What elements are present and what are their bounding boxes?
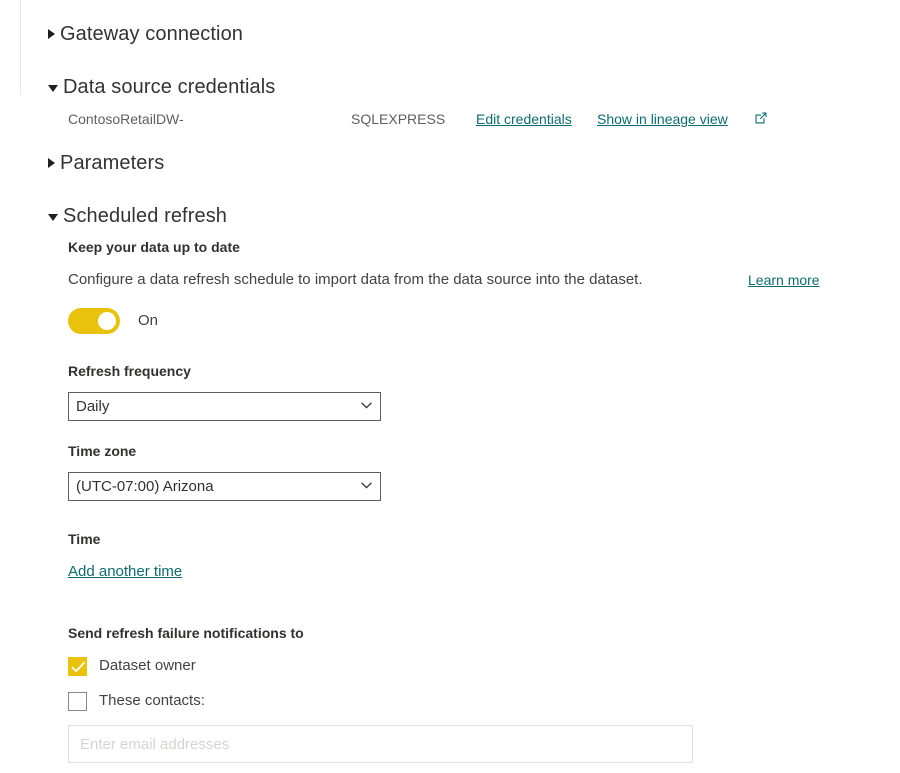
section-header-gateway-connection[interactable]: Gateway connection — [48, 20, 243, 48]
refresh-frequency-label: Refresh frequency — [68, 363, 191, 379]
time-zone-dropdown-wrap: (UTC-07:00) Arizona — [68, 472, 381, 501]
chevron-right-icon — [48, 29, 55, 39]
time-label: Time — [68, 531, 101, 547]
section-title-scheduled-refresh: Scheduled refresh — [63, 205, 228, 227]
data-source-server: SQLEXPRESS — [351, 111, 446, 127]
left-vertical-rail — [20, 0, 21, 95]
keep-data-up-to-date-heading: Keep your data up to date — [68, 239, 240, 255]
dataset-owner-checkbox[interactable] — [68, 656, 87, 676]
section-header-scheduled-refresh[interactable]: Scheduled refresh — [48, 202, 227, 230]
edit-credentials-link[interactable]: Edit credentials — [476, 107, 572, 131]
data-source-credentials-row: ContosoRetailDW- SQLEXPRESS Edit credent… — [68, 107, 868, 131]
chevron-right-icon — [48, 158, 55, 168]
refresh-frequency-dropdown-wrap: Daily — [68, 392, 381, 421]
check-icon — [71, 661, 85, 672]
toggle-track — [68, 308, 120, 334]
add-another-time-link[interactable]: Add another time — [68, 561, 182, 583]
show-in-lineage-view-link[interactable]: Show in lineage view — [597, 107, 728, 131]
toggle-knob — [98, 312, 116, 330]
section-title-gateway-connection: Gateway connection — [60, 23, 244, 45]
dataset-owner-label: Dataset owner — [99, 657, 196, 674]
section-title-parameters: Parameters — [60, 152, 165, 174]
dataset-owner-checkbox-row[interactable]: Dataset owner — [68, 656, 196, 676]
these-contacts-checkbox-row[interactable]: These contacts: — [68, 691, 205, 711]
scheduled-refresh-toggle[interactable]: On — [68, 308, 158, 334]
section-header-parameters[interactable]: Parameters — [48, 149, 164, 177]
data-source-name: ContosoRetailDW- — [68, 111, 184, 127]
time-zone-label: Time zone — [68, 443, 137, 459]
toggle-state-label: On — [138, 312, 159, 329]
these-contacts-label: These contacts: — [99, 692, 205, 709]
chevron-down-icon — [48, 213, 58, 221]
time-zone-select[interactable]: (UTC-07:00) Arizona — [68, 472, 381, 501]
scheduled-refresh-description: Configure a data refresh schedule to imp… — [68, 271, 643, 288]
section-header-data-source-credentials[interactable]: Data source credentials — [48, 73, 275, 101]
these-contacts-checkbox[interactable] — [68, 691, 87, 711]
email-addresses-input[interactable] — [68, 725, 693, 763]
chevron-down-icon — [48, 84, 58, 92]
refresh-frequency-select[interactable]: Daily — [68, 392, 381, 421]
section-title-data-source-credentials: Data source credentials — [63, 76, 276, 98]
external-link-icon[interactable] — [754, 111, 768, 125]
notifications-label: Send refresh failure notifications to — [68, 625, 304, 641]
learn-more-link[interactable]: Learn more — [748, 269, 820, 291]
